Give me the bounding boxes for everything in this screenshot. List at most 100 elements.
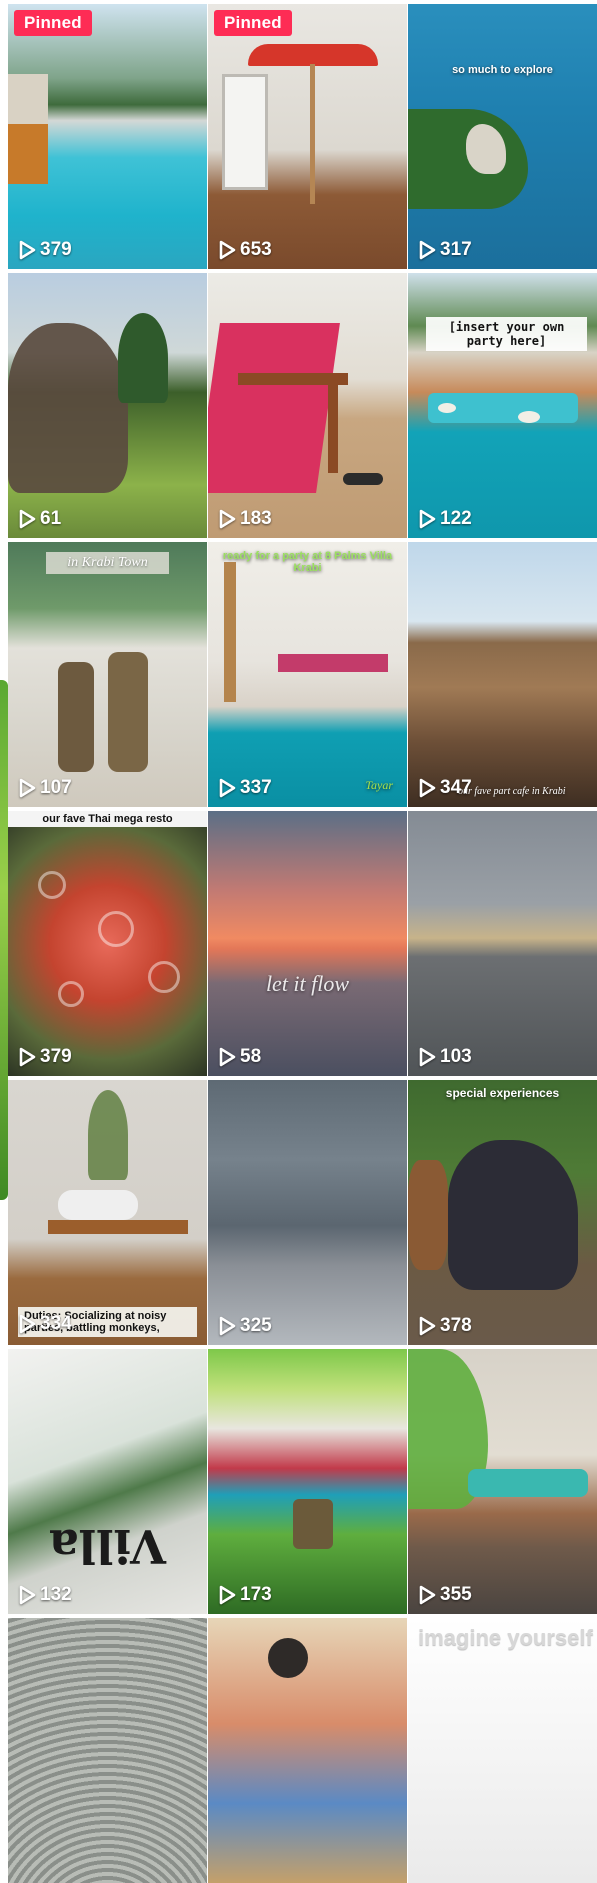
video-tile[interactable]: 61: [8, 273, 207, 538]
bokeh-dot: [38, 871, 66, 899]
video-tile[interactable]: ready for a party at 8 Palms Villa Krabi…: [208, 542, 407, 807]
tree: [118, 313, 168, 403]
view-count-value: 103: [440, 1046, 472, 1067]
view-count-value: 379: [40, 239, 72, 260]
play-outline-icon: [219, 1585, 236, 1605]
plant: [88, 1090, 128, 1180]
play-outline-icon: [19, 1047, 36, 1067]
view-count-value: 334: [40, 1313, 72, 1334]
video-grid: Pinned 379 Pinned 653 so much to explore…: [8, 4, 597, 1883]
view-count-value: 122: [440, 508, 472, 529]
video-tile[interactable]: in Krabi Town 107: [8, 542, 207, 807]
elephant: [448, 1140, 578, 1290]
pinned-badge: Pinned: [14, 10, 92, 36]
view-count: 337: [218, 777, 272, 799]
video-caption: so much to explore: [452, 64, 553, 76]
video-caption: in Krabi Town: [46, 552, 169, 574]
view-count: 334: [18, 1313, 72, 1335]
video-caption: special experiences: [445, 1086, 560, 1100]
sandal: [343, 473, 383, 485]
play-outline-icon: [219, 778, 236, 798]
video-tile[interactable]: imagine yourself: [408, 1618, 597, 1883]
video-caption: ready for a party at 8 Palms Villa Krabi: [222, 550, 393, 574]
view-count-value: 379: [40, 1046, 72, 1067]
video-tile[interactable]: 325: [208, 1080, 407, 1345]
play-outline-icon: [19, 1585, 36, 1605]
view-count: 183: [218, 508, 272, 530]
video-tile[interactable]: 173: [208, 1349, 407, 1614]
plate: [518, 411, 540, 423]
view-count-value: 173: [240, 1584, 272, 1605]
table: [468, 1469, 588, 1497]
view-count: 378: [418, 1315, 472, 1337]
view-count: 173: [218, 1584, 272, 1606]
view-count: 325: [218, 1315, 272, 1337]
view-count: 107: [18, 777, 72, 799]
video-tile[interactable]: let it flow 58: [208, 811, 407, 1076]
watermark-text: Tayar: [365, 778, 393, 792]
video-tile[interactable]: 103: [408, 811, 597, 1076]
person: [108, 652, 148, 772]
bokeh-dot: [98, 911, 134, 947]
play-outline-icon: [419, 509, 436, 529]
play-outline-icon: [219, 1047, 236, 1067]
view-count-value: 183: [240, 508, 272, 529]
video-caption: our fave part cafe in Krabi: [458, 786, 566, 797]
play-outline-icon: [419, 778, 436, 798]
red-umbrella: [248, 44, 378, 66]
coconut-drink: [293, 1499, 333, 1549]
video-caption: let it flow: [265, 971, 350, 996]
decorative-leaf-edge: [0, 680, 8, 1200]
wood-deck: [8, 124, 48, 184]
view-count-value: 58: [240, 1046, 262, 1067]
video-tile[interactable]: 355: [408, 1349, 597, 1614]
play-outline-icon: [419, 240, 436, 260]
view-count-value: 355: [440, 1584, 472, 1605]
view-count-value: 317: [440, 239, 472, 260]
play-outline-icon: [219, 1316, 236, 1336]
glass-door: [222, 74, 268, 190]
view-count-value: 653: [240, 239, 272, 260]
view-count: 61: [18, 508, 61, 530]
video-tile[interactable]: [insert your own party here] 122: [408, 273, 597, 538]
video-tile[interactable]: Pinned 653: [208, 4, 407, 269]
plate: [438, 403, 456, 413]
view-count: 317: [418, 239, 472, 261]
video-tile[interactable]: Duties: Socializing at noisy parties, ba…: [8, 1080, 207, 1345]
view-count-value: 107: [40, 777, 72, 798]
dining-table: [278, 654, 388, 672]
play-outline-icon: [19, 1314, 36, 1334]
play-outline-icon: [419, 1316, 436, 1336]
pink-blanket: [208, 323, 340, 493]
video-tile[interactable]: special experiences 378: [408, 1080, 597, 1345]
play-outline-icon: [19, 509, 36, 529]
video-tile[interactable]: 183: [208, 273, 407, 538]
video-caption: our fave Thai mega resto: [8, 811, 207, 827]
video-caption: imagine yourself: [418, 1625, 593, 1650]
view-count-value: 347: [440, 777, 472, 798]
view-count-value: 378: [440, 1315, 472, 1336]
view-count: 355: [418, 1584, 472, 1606]
view-count: 103: [418, 1046, 472, 1068]
play-outline-icon: [219, 240, 236, 260]
video-tile[interactable]: Pinned 379: [8, 4, 207, 269]
video-tile[interactable]: our fave Thai mega resto 379: [8, 811, 207, 1076]
cat: [58, 1190, 138, 1220]
play-outline-icon: [419, 1585, 436, 1605]
view-count-value: 132: [40, 1584, 72, 1605]
elephant: [8, 323, 128, 493]
video-tile[interactable]: our fave part cafe in Krabi 347: [408, 542, 597, 807]
play-outline-icon: [419, 1047, 436, 1067]
view-count: 122: [418, 508, 472, 530]
video-tile[interactable]: so much to explore 317: [408, 4, 597, 269]
video-tile[interactable]: [8, 1618, 207, 1883]
play-outline-icon: [19, 240, 36, 260]
bokeh-dot: [58, 981, 84, 1007]
video-tile[interactable]: Villa 132: [8, 1349, 207, 1614]
play-outline-icon: [19, 778, 36, 798]
video-tile[interactable]: [208, 1618, 407, 1883]
view-count: 653: [218, 239, 272, 261]
pillar: [224, 562, 236, 702]
view-count: 379: [18, 239, 72, 261]
view-count: 132: [18, 1584, 72, 1606]
